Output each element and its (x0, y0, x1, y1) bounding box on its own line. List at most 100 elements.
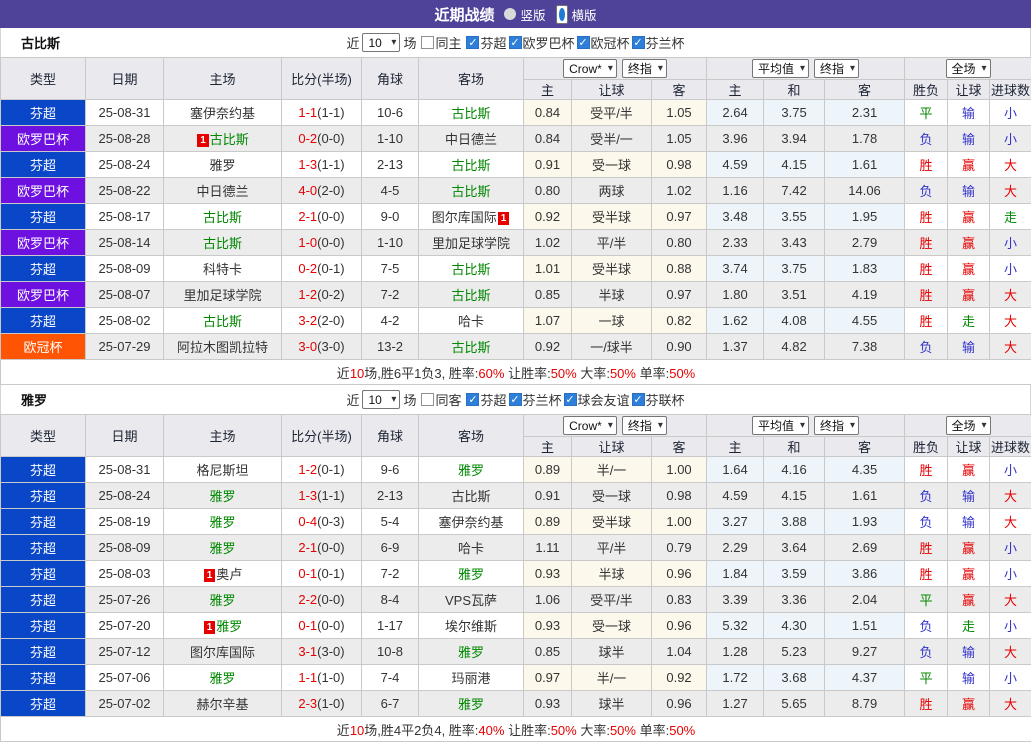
result-label: 胜 (920, 567, 933, 582)
col-corner: 角球 (362, 58, 419, 100)
league-label: 芬超 (480, 390, 506, 409)
league-checkbox[interactable]: 芬联杯 (632, 390, 685, 409)
match-row: 芬超25-07-26雅罗2-2(0-0)8-4VPS瓦萨1.06受平/半0.83… (1, 587, 1031, 613)
halftime-score: (0-0) (317, 592, 344, 607)
match-row: 芬超25-08-02古比斯3-2(2-0)4-2哈卡1.07一球0.821.62… (1, 308, 1031, 334)
league-badge: 芬超 (1, 665, 86, 691)
odds-handicap: 受半球 (572, 204, 652, 230)
home-team: 雅罗 (164, 509, 282, 535)
odds-home: 0.84 (524, 100, 572, 126)
fulltime-score: 2-1 (298, 540, 317, 555)
odds-away: 0.96 (652, 561, 707, 587)
result-label: 负 (920, 340, 933, 355)
fulltime-score: 1-0 (298, 235, 317, 250)
layout-radio-vertical[interactable]: 竖版 (504, 5, 545, 24)
rounds-select[interactable]: 10▾ (362, 390, 400, 409)
result-label: 小 (1004, 619, 1017, 634)
fulltime-score: 2-3 (298, 696, 317, 711)
team-label: 雅罗 (458, 645, 484, 660)
avg-away: 14.06 (825, 178, 905, 204)
team-label: 图尔库国际 (432, 210, 497, 225)
corners: 1-17 (362, 613, 419, 639)
team-label: 古比斯 (203, 314, 242, 329)
avg-draw: 4.15 (764, 152, 825, 178)
col-avg-away: 客 (825, 437, 905, 457)
same-venue-checkbox[interactable]: 同主 (421, 33, 461, 52)
col-score: 比分(半场) (282, 58, 362, 100)
odds-away: 0.80 (652, 230, 707, 256)
odds-stage-select-2[interactable]: 终指▾ (814, 59, 859, 78)
score-cell: 1-2(0-1) (282, 457, 362, 483)
league-checkbox[interactable]: 欧罗巴杯 (509, 33, 575, 52)
result-handicap: 赢 (948, 282, 990, 308)
avg-home: 1.64 (707, 457, 764, 483)
odds-home: 0.93 (524, 561, 572, 587)
scope-select[interactable]: 全场▾ (946, 59, 991, 78)
summary-part: 60% (478, 366, 504, 381)
result-handicap: 赢 (948, 152, 990, 178)
match-date: 25-08-07 (86, 282, 164, 308)
col-odds-home: 主 (524, 80, 572, 100)
odds-handicap: 球半 (572, 691, 652, 717)
same-venue-checkbox[interactable]: 同客 (421, 390, 461, 409)
odds-home: 0.85 (524, 639, 572, 665)
league-badge: 芬超 (1, 691, 86, 717)
odds-stage-select-1[interactable]: 终指▾ (622, 59, 667, 78)
league-checkbox[interactable]: 球会友谊 (564, 390, 630, 409)
fulltime-score: 4-0 (298, 183, 317, 198)
result-handicap: 赢 (948, 535, 990, 561)
result-label: 赢 (962, 567, 975, 582)
league-checkbox[interactable]: 芬超 (466, 390, 506, 409)
odds-away: 1.02 (652, 178, 707, 204)
odds-away: 0.88 (652, 256, 707, 282)
result-label: 小 (1004, 106, 1017, 121)
radio-selected-icon (556, 5, 568, 24)
layout-radio-horizontal[interactable]: 横版 (556, 5, 597, 24)
odds-stage-select-1[interactable]: 终指▾ (622, 416, 667, 435)
avg-away: 1.61 (825, 152, 905, 178)
odds-away: 0.82 (652, 308, 707, 334)
filters: 近 10▾ 场 同客 芬超芬兰杯球会友谊芬联杯 (346, 390, 684, 409)
home-team: 1古比斯 (164, 126, 282, 152)
rounds-select[interactable]: 10▾ (362, 33, 400, 52)
league-checkbox[interactable]: 芬兰杯 (509, 390, 562, 409)
checkbox-icon (421, 36, 434, 49)
odds-away: 0.98 (652, 152, 707, 178)
league-checkbox[interactable]: 芬超 (466, 33, 506, 52)
col-result-handicap: 让球 (948, 80, 990, 100)
matches-table: 类型 日期 主场 比分(半场) 角球 客场 Crow*▾ 终指▾ 平均值 (0, 414, 1031, 742)
halftime-score: (1-1) (317, 105, 344, 120)
bookmaker-select[interactable]: Crow*▾ (563, 59, 617, 78)
score-cell: 2-1(0-0) (282, 204, 362, 230)
odds-stage-select-2[interactable]: 终指▾ (814, 416, 859, 435)
average-select[interactable]: 平均值▾ (752, 416, 809, 435)
result-label: 赢 (962, 463, 975, 478)
league-badge: 芬超 (1, 535, 86, 561)
fulltime-score: 2-1 (298, 209, 317, 224)
halftime-score: (0-1) (317, 462, 344, 477)
halftime-score: (0-2) (317, 287, 344, 302)
team-label: 里加足球学院 (183, 288, 261, 303)
avg-away: 1.95 (825, 204, 905, 230)
team-label: 阿拉木图凯拉特 (177, 340, 268, 355)
scope-select[interactable]: 全场▾ (946, 416, 991, 435)
result-label: 大 (1004, 288, 1017, 303)
average-select[interactable]: 平均值▾ (752, 59, 809, 78)
result-label: 输 (962, 515, 975, 530)
team-label: 古比斯 (203, 236, 242, 251)
odds-handicap: 受一球 (572, 152, 652, 178)
bookmaker-select[interactable]: Crow*▾ (563, 416, 617, 435)
league-checkbox[interactable]: 欧冠杯 (577, 33, 630, 52)
league-checkbox[interactable]: 芬兰杯 (632, 33, 685, 52)
result-wdl: 胜 (905, 230, 948, 256)
odds-away: 0.97 (652, 204, 707, 230)
avg-draw: 3.55 (764, 204, 825, 230)
halftime-score: (0-1) (317, 566, 344, 581)
result-label: 胜 (920, 236, 933, 251)
summary-part: 单率: (636, 723, 669, 738)
team-label: 中日德兰 (445, 132, 497, 147)
fulltime-score: 0-2 (298, 131, 317, 146)
avg-away: 1.93 (825, 509, 905, 535)
away-team: 古比斯 (419, 256, 524, 282)
halftime-score: (0-1) (317, 261, 344, 276)
